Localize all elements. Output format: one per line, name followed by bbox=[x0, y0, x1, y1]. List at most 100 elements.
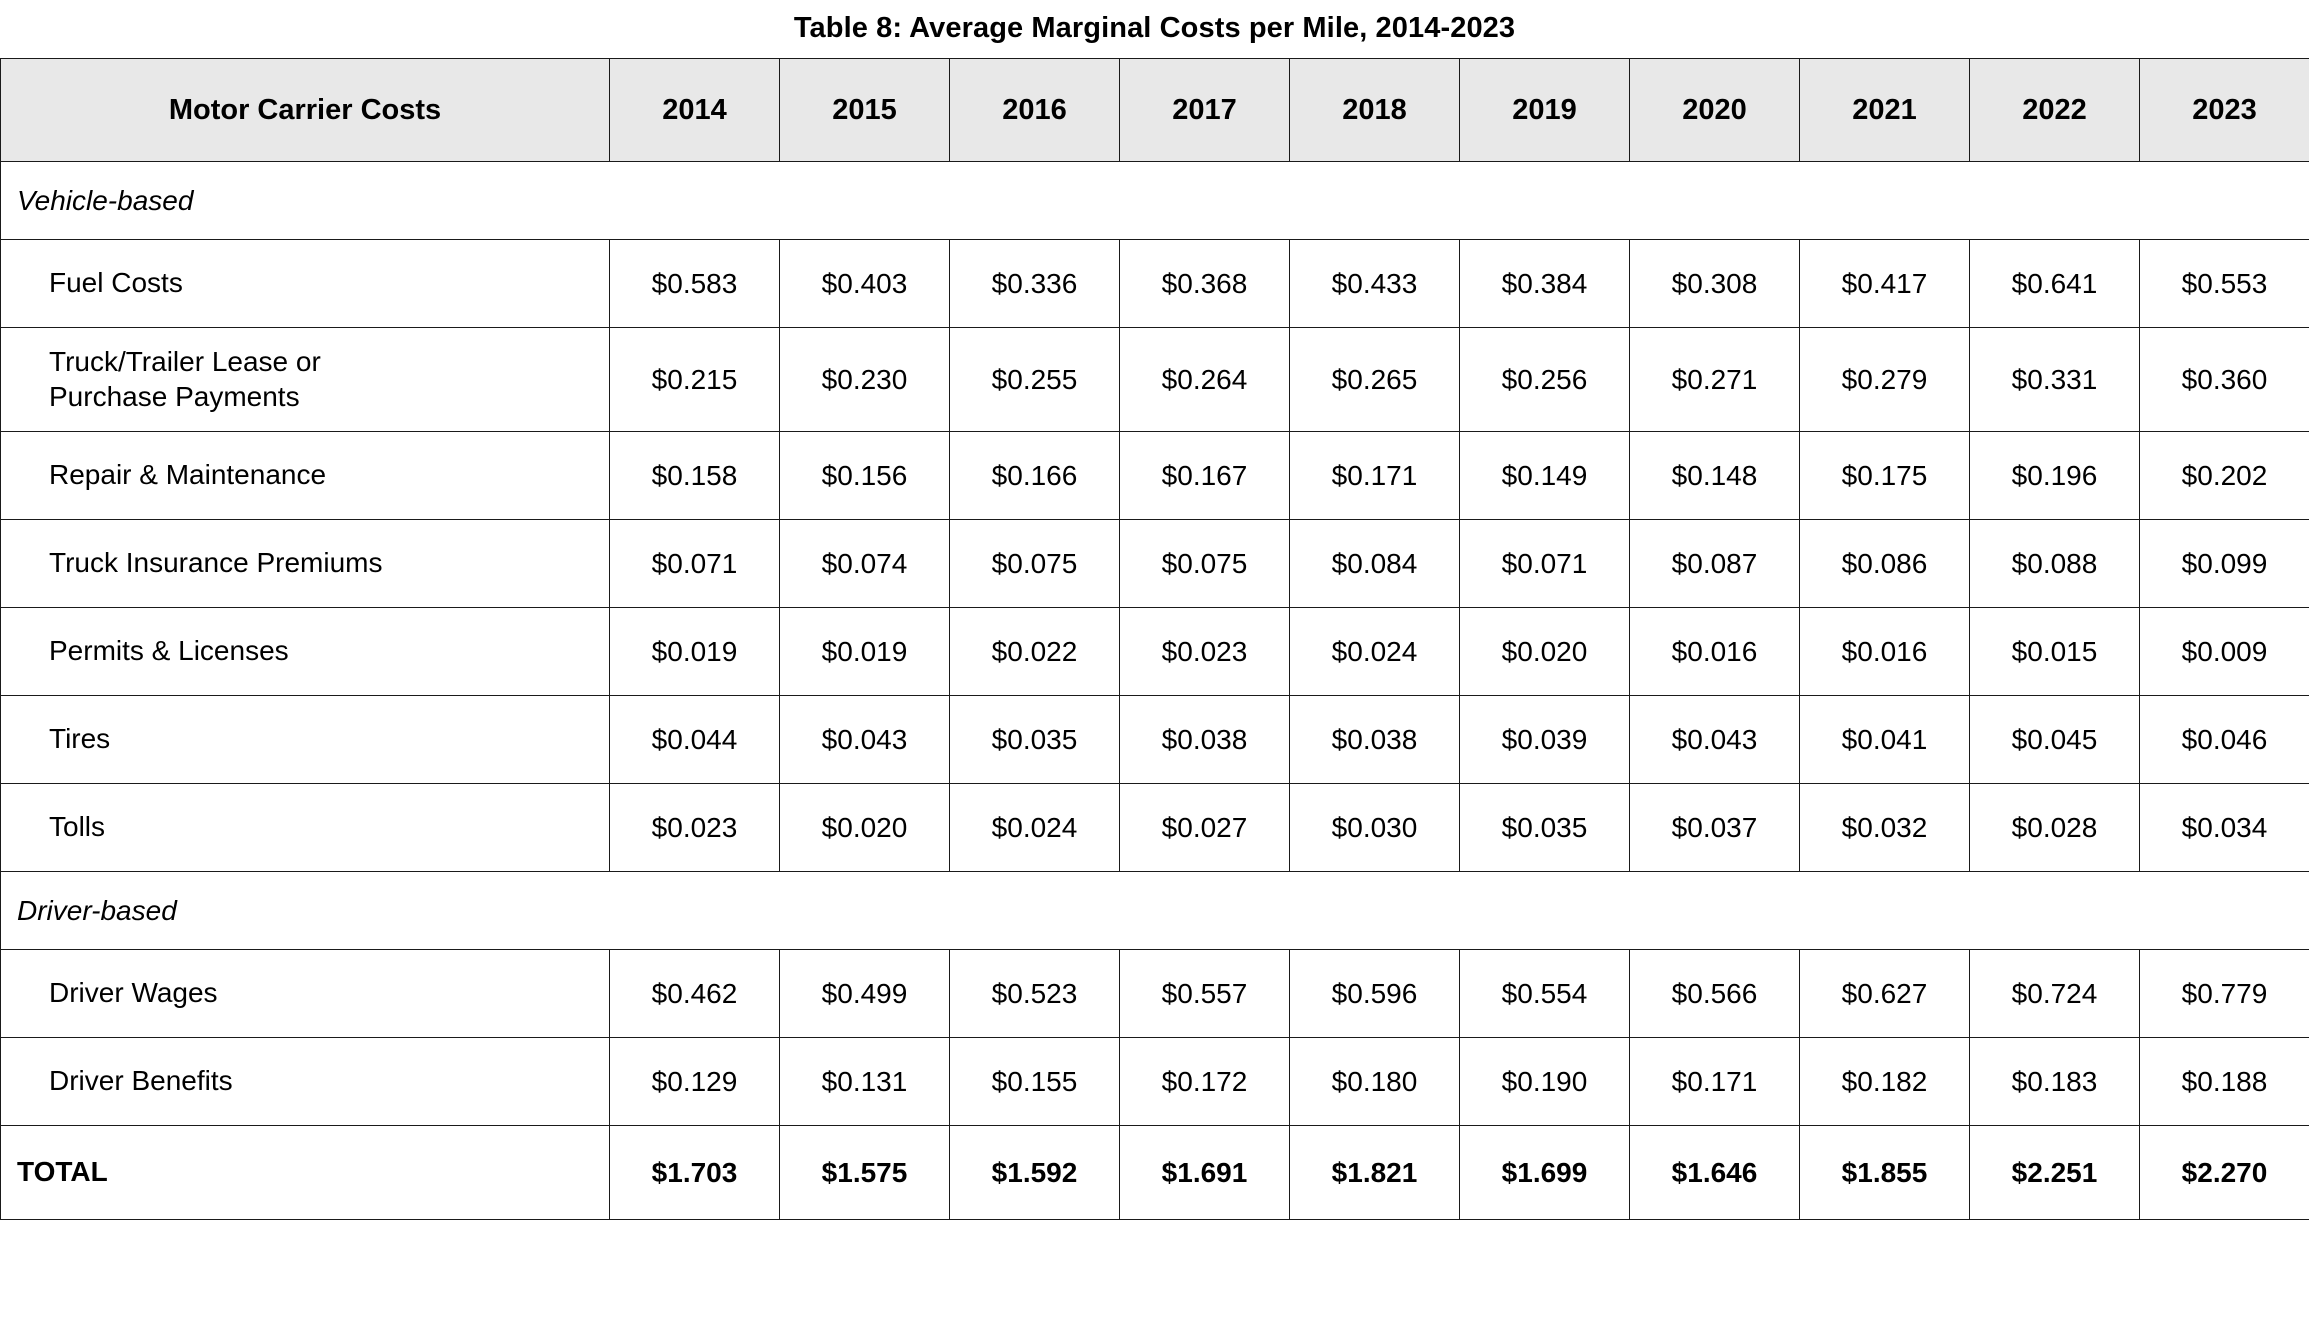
table-row: Permits & Licenses $0.019 $0.019 $0.022 … bbox=[0, 607, 2309, 696]
cell-driver-benefits-2017: $0.172 bbox=[1119, 1037, 1290, 1126]
cell-tires-2018: $0.038 bbox=[1289, 695, 1460, 784]
table-header: Motor Carrier Costs 2014 2015 2016 2017 … bbox=[0, 58, 2309, 162]
column-header-2021: 2021 bbox=[1799, 58, 1970, 162]
cell-tolls-2018: $0.030 bbox=[1289, 783, 1460, 872]
cell-fuel-costs-2021: $0.417 bbox=[1799, 239, 1970, 328]
cell-truck-insurance-2020: $0.087 bbox=[1629, 519, 1800, 608]
cell-driver-benefits-2018: $0.180 bbox=[1289, 1037, 1460, 1126]
column-header-2015: 2015 bbox=[779, 58, 950, 162]
cell-driver-benefits-2016: $0.155 bbox=[949, 1037, 1120, 1126]
section-row-driver-based: Driver-based bbox=[0, 871, 2309, 950]
table-row: Fuel Costs $0.583 $0.403 $0.336 $0.368 $… bbox=[0, 239, 2309, 328]
cell-lease-payments-2015: $0.230 bbox=[779, 327, 950, 432]
row-label-lease-payments: Truck/Trailer Lease or Purchase Payments bbox=[0, 327, 610, 432]
column-header-2020: 2020 bbox=[1629, 58, 1800, 162]
row-label-driver-wages: Driver Wages bbox=[0, 949, 610, 1038]
cell-driver-benefits-2015: $0.131 bbox=[779, 1037, 950, 1126]
cell-tires-2022: $0.045 bbox=[1969, 695, 2140, 784]
cell-tires-2020: $0.043 bbox=[1629, 695, 1800, 784]
cell-fuel-costs-2016: $0.336 bbox=[949, 239, 1120, 328]
cell-tolls-2014: $0.023 bbox=[609, 783, 780, 872]
cell-total-2023: $2.270 bbox=[2139, 1125, 2309, 1220]
cell-repair-maintenance-2014: $0.158 bbox=[609, 431, 780, 520]
table-row: Tires $0.044 $0.043 $0.035 $0.038 $0.038… bbox=[0, 695, 2309, 784]
cell-fuel-costs-2023: $0.553 bbox=[2139, 239, 2309, 328]
cell-lease-payments-2020: $0.271 bbox=[1629, 327, 1800, 432]
cell-repair-maintenance-2019: $0.149 bbox=[1459, 431, 1630, 520]
row-label-permits-licenses: Permits & Licenses bbox=[0, 607, 610, 696]
cell-lease-payments-2016: $0.255 bbox=[949, 327, 1120, 432]
cell-tires-2019: $0.039 bbox=[1459, 695, 1630, 784]
cell-lease-payments-2019: $0.256 bbox=[1459, 327, 1630, 432]
column-header-2016: 2016 bbox=[949, 58, 1120, 162]
cell-total-2021: $1.855 bbox=[1799, 1125, 1970, 1220]
table-row: Repair & Maintenance $0.158 $0.156 $0.16… bbox=[0, 431, 2309, 520]
cell-tires-2017: $0.038 bbox=[1119, 695, 1290, 784]
cell-lease-payments-2022: $0.331 bbox=[1969, 327, 2140, 432]
cell-truck-insurance-2014: $0.071 bbox=[609, 519, 780, 608]
table-row: Driver Wages $0.462 $0.499 $0.523 $0.557… bbox=[0, 949, 2309, 1038]
cell-driver-wages-2015: $0.499 bbox=[779, 949, 950, 1038]
section-label-driver-based: Driver-based bbox=[0, 871, 2309, 950]
cell-truck-insurance-2021: $0.086 bbox=[1799, 519, 1970, 608]
cell-tolls-2016: $0.024 bbox=[949, 783, 1120, 872]
cell-total-2015: $1.575 bbox=[779, 1125, 950, 1220]
cell-truck-insurance-2022: $0.088 bbox=[1969, 519, 2140, 608]
cell-repair-maintenance-2018: $0.171 bbox=[1289, 431, 1460, 520]
section-label-vehicle-based: Vehicle-based bbox=[0, 161, 2309, 240]
cell-driver-wages-2020: $0.566 bbox=[1629, 949, 1800, 1038]
cell-tolls-2023: $0.034 bbox=[2139, 783, 2309, 872]
cell-driver-wages-2014: $0.462 bbox=[609, 949, 780, 1038]
cell-permits-licenses-2014: $0.019 bbox=[609, 607, 780, 696]
cell-fuel-costs-2018: $0.433 bbox=[1289, 239, 1460, 328]
cell-driver-benefits-2020: $0.171 bbox=[1629, 1037, 1800, 1126]
cell-repair-maintenance-2015: $0.156 bbox=[779, 431, 950, 520]
row-label-fuel-costs: Fuel Costs bbox=[0, 239, 610, 328]
cell-permits-licenses-2015: $0.019 bbox=[779, 607, 950, 696]
cell-tires-2021: $0.041 bbox=[1799, 695, 1970, 784]
cell-truck-insurance-2023: $0.099 bbox=[2139, 519, 2309, 608]
cell-lease-payments-2014: $0.215 bbox=[609, 327, 780, 432]
cell-repair-maintenance-2016: $0.166 bbox=[949, 431, 1120, 520]
cell-driver-wages-2023: $0.779 bbox=[2139, 949, 2309, 1038]
cell-driver-benefits-2021: $0.182 bbox=[1799, 1037, 1970, 1126]
cell-repair-maintenance-2022: $0.196 bbox=[1969, 431, 2140, 520]
cell-tires-2016: $0.035 bbox=[949, 695, 1120, 784]
table-row: Truck/Trailer Lease or Purchase Payments … bbox=[0, 327, 2309, 432]
cell-driver-benefits-2014: $0.129 bbox=[609, 1037, 780, 1126]
row-label-repair-maintenance: Repair & Maintenance bbox=[0, 431, 610, 520]
cell-truck-insurance-2019: $0.071 bbox=[1459, 519, 1630, 608]
cell-driver-wages-2019: $0.554 bbox=[1459, 949, 1630, 1038]
row-label-tires: Tires bbox=[0, 695, 610, 784]
cell-lease-payments-2018: $0.265 bbox=[1289, 327, 1460, 432]
cell-permits-licenses-2017: $0.023 bbox=[1119, 607, 1290, 696]
cell-lease-payments-2017: $0.264 bbox=[1119, 327, 1290, 432]
column-header-2014: 2014 bbox=[609, 58, 780, 162]
cell-tolls-2017: $0.027 bbox=[1119, 783, 1290, 872]
cell-tolls-2022: $0.028 bbox=[1969, 783, 2140, 872]
row-label-driver-benefits: Driver Benefits bbox=[0, 1037, 610, 1126]
cell-truck-insurance-2016: $0.075 bbox=[949, 519, 1120, 608]
cell-tires-2023: $0.046 bbox=[2139, 695, 2309, 784]
table-row: Truck Insurance Premiums $0.071 $0.074 $… bbox=[0, 519, 2309, 608]
cell-driver-wages-2017: $0.557 bbox=[1119, 949, 1290, 1038]
cell-repair-maintenance-2021: $0.175 bbox=[1799, 431, 1970, 520]
cell-repair-maintenance-2017: $0.167 bbox=[1119, 431, 1290, 520]
cell-fuel-costs-2015: $0.403 bbox=[779, 239, 950, 328]
cell-tolls-2019: $0.035 bbox=[1459, 783, 1630, 872]
cell-total-2017: $1.691 bbox=[1119, 1125, 1290, 1220]
cell-permits-licenses-2019: $0.020 bbox=[1459, 607, 1630, 696]
cell-driver-wages-2016: $0.523 bbox=[949, 949, 1120, 1038]
cell-truck-insurance-2018: $0.084 bbox=[1289, 519, 1460, 608]
cell-lease-payments-2023: $0.360 bbox=[2139, 327, 2309, 432]
row-label-total: TOTAL bbox=[0, 1125, 610, 1220]
cell-driver-wages-2021: $0.627 bbox=[1799, 949, 1970, 1038]
cell-permits-licenses-2020: $0.016 bbox=[1629, 607, 1800, 696]
table-row: Driver Benefits $0.129 $0.131 $0.155 $0.… bbox=[0, 1037, 2309, 1126]
cell-fuel-costs-2014: $0.583 bbox=[609, 239, 780, 328]
marginal-costs-table: Motor Carrier Costs 2014 2015 2016 2017 … bbox=[0, 58, 2309, 1220]
cell-total-2018: $1.821 bbox=[1289, 1125, 1460, 1220]
row-label-tolls: Tolls bbox=[0, 783, 610, 872]
cell-total-2019: $1.699 bbox=[1459, 1125, 1630, 1220]
row-label-line-1: Truck/Trailer Lease or bbox=[49, 346, 321, 378]
